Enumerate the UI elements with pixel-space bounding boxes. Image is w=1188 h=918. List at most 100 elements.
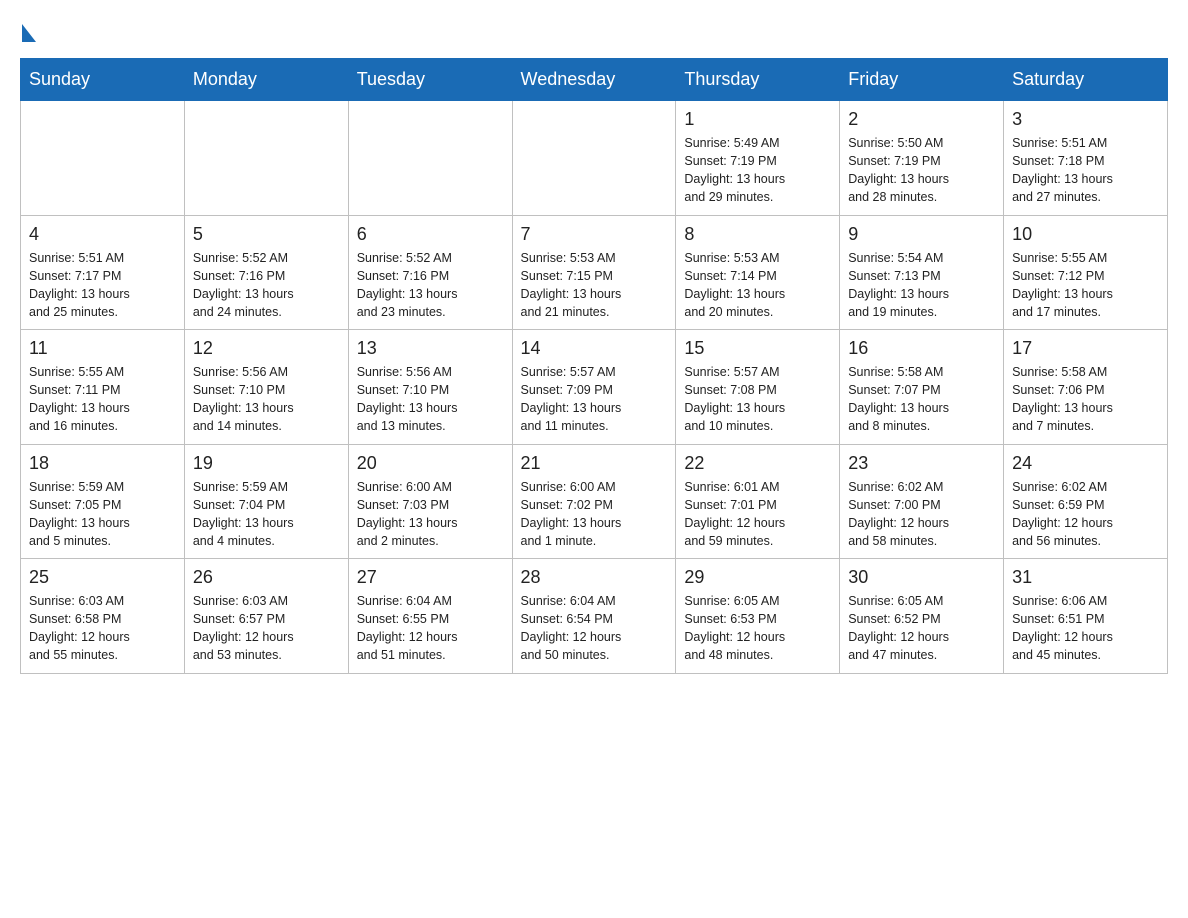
day-info: Sunrise: 5:57 AM Sunset: 7:09 PM Dayligh…: [521, 363, 668, 436]
calendar-day-cell: 20 Sunrise: 6:00 AM Sunset: 7:03 PM Dayli…: [348, 444, 512, 559]
calendar-day-cell: 5 Sunrise: 5:52 AM Sunset: 7:16 PM Daylig…: [184, 215, 348, 330]
day-info: Sunrise: 6:03 AM Sunset: 6:58 PM Dayligh…: [29, 592, 176, 665]
calendar-day-cell: 7Sunrise: 5:53 AM Sunset: 7:15 PM Daylig…: [512, 215, 676, 330]
calendar-day-cell: [512, 101, 676, 216]
day-info: Sunrise: 5:53 AM Sunset: 7:14 PM Dayligh…: [684, 249, 831, 322]
calendar-day-cell: [21, 101, 185, 216]
calendar-day-header: Friday: [840, 59, 1004, 101]
calendar-day-cell: 12 Sunrise: 5:56 AM Sunset: 7:10 PM Dayli…: [184, 330, 348, 445]
calendar-day-cell: 15 Sunrise: 5:57 AM Sunset: 7:08 PM Dayli…: [676, 330, 840, 445]
calendar-day-header: Thursday: [676, 59, 840, 101]
logo-arrow-icon: [22, 24, 36, 42]
day-number: 5: [193, 224, 340, 245]
calendar-day-cell: 19 Sunrise: 5:59 AM Sunset: 7:04 PM Dayli…: [184, 444, 348, 559]
calendar-day-cell: 14 Sunrise: 5:57 AM Sunset: 7:09 PM Dayli…: [512, 330, 676, 445]
calendar-day-cell: 22Sunrise: 6:01 AM Sunset: 7:01 PM Dayli…: [676, 444, 840, 559]
day-number: 4: [29, 224, 176, 245]
day-number: 30: [848, 567, 995, 588]
calendar-day-cell: 9 Sunrise: 5:54 AM Sunset: 7:13 PM Daylig…: [840, 215, 1004, 330]
day-info: Sunrise: 5:51 AM Sunset: 7:18 PM Dayligh…: [1012, 134, 1159, 207]
calendar-week-row: 4 Sunrise: 5:51 AM Sunset: 7:17 PM Daylig…: [21, 215, 1168, 330]
calendar-day-cell: 23Sunrise: 6:02 AM Sunset: 7:00 PM Dayli…: [840, 444, 1004, 559]
calendar-day-cell: 29 Sunrise: 6:05 AM Sunset: 6:53 PM Dayli…: [676, 559, 840, 674]
day-number: 6: [357, 224, 504, 245]
day-info: Sunrise: 5:55 AM Sunset: 7:11 PM Dayligh…: [29, 363, 176, 436]
day-info: Sunrise: 6:04 AM Sunset: 6:54 PM Dayligh…: [521, 592, 668, 665]
calendar-day-cell: 17Sunrise: 5:58 AM Sunset: 7:06 PM Dayli…: [1004, 330, 1168, 445]
calendar-day-cell: [348, 101, 512, 216]
calendar-day-cell: 10 Sunrise: 5:55 AM Sunset: 7:12 PM Dayli…: [1004, 215, 1168, 330]
day-info: Sunrise: 5:59 AM Sunset: 7:05 PM Dayligh…: [29, 478, 176, 551]
day-number: 10: [1012, 224, 1159, 245]
calendar-week-row: 18 Sunrise: 5:59 AM Sunset: 7:05 PM Dayli…: [21, 444, 1168, 559]
calendar-day-cell: [184, 101, 348, 216]
day-number: 2: [848, 109, 995, 130]
day-info: Sunrise: 5:54 AM Sunset: 7:13 PM Dayligh…: [848, 249, 995, 322]
day-number: 27: [357, 567, 504, 588]
day-number: 31: [1012, 567, 1159, 588]
day-number: 21: [521, 453, 668, 474]
day-number: 19: [193, 453, 340, 474]
day-info: Sunrise: 5:55 AM Sunset: 7:12 PM Dayligh…: [1012, 249, 1159, 322]
calendar-day-cell: 21Sunrise: 6:00 AM Sunset: 7:02 PM Dayli…: [512, 444, 676, 559]
calendar-day-cell: 30 Sunrise: 6:05 AM Sunset: 6:52 PM Dayli…: [840, 559, 1004, 674]
day-number: 18: [29, 453, 176, 474]
calendar-day-cell: 11Sunrise: 5:55 AM Sunset: 7:11 PM Dayli…: [21, 330, 185, 445]
day-info: Sunrise: 5:56 AM Sunset: 7:10 PM Dayligh…: [193, 363, 340, 436]
day-info: Sunrise: 5:49 AM Sunset: 7:19 PM Dayligh…: [684, 134, 831, 207]
calendar-day-cell: 1 Sunrise: 5:49 AM Sunset: 7:19 PM Daylig…: [676, 101, 840, 216]
day-number: 26: [193, 567, 340, 588]
day-info: Sunrise: 6:03 AM Sunset: 6:57 PM Dayligh…: [193, 592, 340, 665]
day-info: Sunrise: 5:50 AM Sunset: 7:19 PM Dayligh…: [848, 134, 995, 207]
day-info: Sunrise: 5:58 AM Sunset: 7:06 PM Dayligh…: [1012, 363, 1159, 436]
day-number: 16: [848, 338, 995, 359]
calendar-day-cell: 4 Sunrise: 5:51 AM Sunset: 7:17 PM Daylig…: [21, 215, 185, 330]
calendar-week-row: 25 Sunrise: 6:03 AM Sunset: 6:58 PM Dayli…: [21, 559, 1168, 674]
calendar-day-header: Saturday: [1004, 59, 1168, 101]
calendar-day-cell: 24Sunrise: 6:02 AM Sunset: 6:59 PM Dayli…: [1004, 444, 1168, 559]
calendar-day-cell: 25 Sunrise: 6:03 AM Sunset: 6:58 PM Dayli…: [21, 559, 185, 674]
day-info: Sunrise: 5:59 AM Sunset: 7:04 PM Dayligh…: [193, 478, 340, 551]
day-number: 1: [684, 109, 831, 130]
calendar-day-cell: 26 Sunrise: 6:03 AM Sunset: 6:57 PM Dayli…: [184, 559, 348, 674]
day-info: Sunrise: 5:51 AM Sunset: 7:17 PM Dayligh…: [29, 249, 176, 322]
calendar-day-cell: 8 Sunrise: 5:53 AM Sunset: 7:14 PM Daylig…: [676, 215, 840, 330]
calendar-day-cell: 18 Sunrise: 5:59 AM Sunset: 7:05 PM Dayli…: [21, 444, 185, 559]
day-number: 12: [193, 338, 340, 359]
day-info: Sunrise: 6:00 AM Sunset: 7:03 PM Dayligh…: [357, 478, 504, 551]
calendar-day-cell: 27 Sunrise: 6:04 AM Sunset: 6:55 PM Dayli…: [348, 559, 512, 674]
day-number: 22: [684, 453, 831, 474]
calendar-day-header: Sunday: [21, 59, 185, 101]
calendar-day-cell: 3 Sunrise: 5:51 AM Sunset: 7:18 PM Daylig…: [1004, 101, 1168, 216]
day-number: 3: [1012, 109, 1159, 130]
day-number: 8: [684, 224, 831, 245]
day-info: Sunrise: 6:04 AM Sunset: 6:55 PM Dayligh…: [357, 592, 504, 665]
page-header: [20, 20, 1168, 38]
calendar-day-header: Monday: [184, 59, 348, 101]
day-number: 25: [29, 567, 176, 588]
calendar-day-cell: 28 Sunrise: 6:04 AM Sunset: 6:54 PM Dayli…: [512, 559, 676, 674]
day-info: Sunrise: 6:02 AM Sunset: 7:00 PM Dayligh…: [848, 478, 995, 551]
day-number: 9: [848, 224, 995, 245]
calendar-day-cell: 13Sunrise: 5:56 AM Sunset: 7:10 PM Dayli…: [348, 330, 512, 445]
day-number: 24: [1012, 453, 1159, 474]
day-info: Sunrise: 5:52 AM Sunset: 7:16 PM Dayligh…: [193, 249, 340, 322]
day-info: Sunrise: 5:56 AM Sunset: 7:10 PM Dayligh…: [357, 363, 504, 436]
day-info: Sunrise: 6:05 AM Sunset: 6:53 PM Dayligh…: [684, 592, 831, 665]
day-info: Sunrise: 6:06 AM Sunset: 6:51 PM Dayligh…: [1012, 592, 1159, 665]
calendar-day-cell: 31 Sunrise: 6:06 AM Sunset: 6:51 PM Dayli…: [1004, 559, 1168, 674]
day-number: 20: [357, 453, 504, 474]
day-number: 28: [521, 567, 668, 588]
day-info: Sunrise: 5:57 AM Sunset: 7:08 PM Dayligh…: [684, 363, 831, 436]
calendar-day-cell: 6Sunrise: 5:52 AM Sunset: 7:16 PM Daylig…: [348, 215, 512, 330]
calendar-header-row: SundayMondayTuesdayWednesdayThursdayFrid…: [21, 59, 1168, 101]
day-number: 29: [684, 567, 831, 588]
day-info: Sunrise: 5:58 AM Sunset: 7:07 PM Dayligh…: [848, 363, 995, 436]
calendar-table: SundayMondayTuesdayWednesdayThursdayFrid…: [20, 58, 1168, 674]
day-number: 15: [684, 338, 831, 359]
calendar-day-cell: 2 Sunrise: 5:50 AM Sunset: 7:19 PM Daylig…: [840, 101, 1004, 216]
calendar-day-header: Tuesday: [348, 59, 512, 101]
day-info: Sunrise: 5:53 AM Sunset: 7:15 PM Dayligh…: [521, 249, 668, 322]
day-info: Sunrise: 6:05 AM Sunset: 6:52 PM Dayligh…: [848, 592, 995, 665]
day-number: 14: [521, 338, 668, 359]
